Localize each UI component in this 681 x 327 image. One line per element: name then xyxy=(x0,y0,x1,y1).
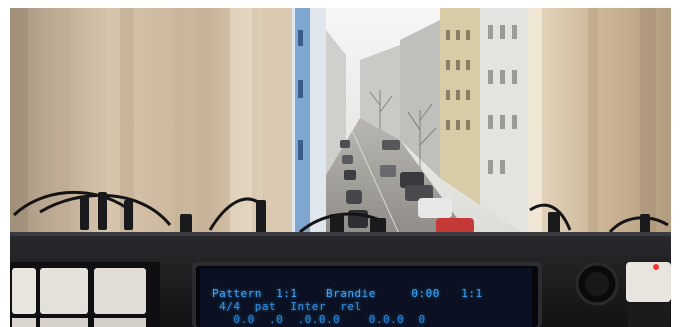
record-button[interactable] xyxy=(626,262,671,302)
lcd-line-3: 0.0 .0 .0.0.0 0.0.0 0 xyxy=(212,313,426,326)
window-view xyxy=(292,8,528,237)
red-led xyxy=(653,264,659,270)
photo-scene: Pattern 1:1 Brandie 0:00 1:1 4/4 pat Int… xyxy=(0,0,681,327)
lcd-line-2: 4/4 pat Inter rel xyxy=(212,300,362,313)
pad-button[interactable] xyxy=(40,268,88,314)
pad-button[interactable] xyxy=(94,268,146,314)
lcd-line-1: Pattern 1:1 Brandie 0:00 1:1 xyxy=(212,287,483,300)
left-curtain xyxy=(10,8,292,238)
lcd-screen: Pattern 1:1 Brandie 0:00 1:1 4/4 pat Int… xyxy=(200,268,532,327)
pad-button[interactable] xyxy=(12,268,36,314)
